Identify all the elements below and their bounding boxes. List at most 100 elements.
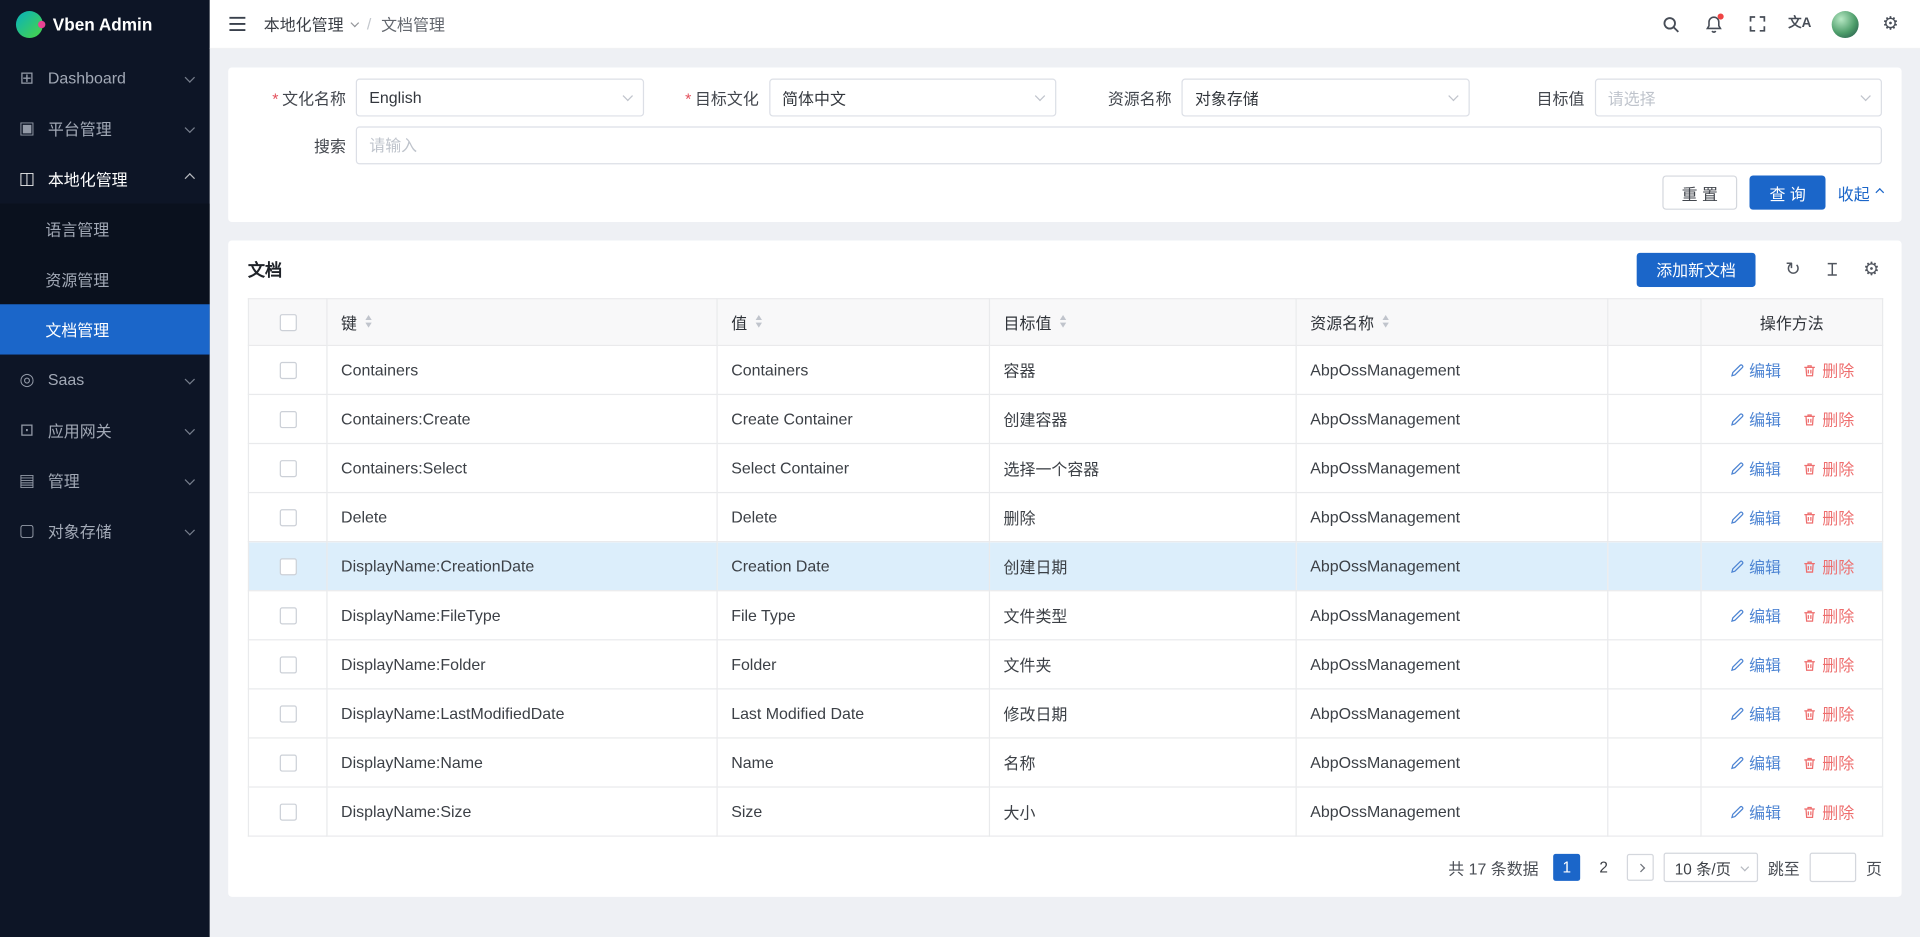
row-checkbox[interactable] <box>279 706 296 723</box>
sort-icon[interactable]: ▲▼ <box>1059 315 1068 330</box>
page-button-1[interactable]: 1 <box>1553 854 1580 881</box>
edit-button[interactable]: 编辑 <box>1729 751 1781 774</box>
field-search: 搜索 <box>248 125 1882 164</box>
query-button[interactable]: 查 询 <box>1750 175 1826 209</box>
delete-button[interactable]: 删除 <box>1803 702 1855 725</box>
search-icon[interactable] <box>1660 13 1682 35</box>
sidebar-item-object-storage[interactable]: ▢ 对象存储 <box>0 505 210 555</box>
delete-button[interactable]: 删除 <box>1803 653 1855 676</box>
row-checkbox[interactable] <box>279 411 296 428</box>
edit-button[interactable]: 编辑 <box>1729 407 1781 430</box>
sidebar-item-saas[interactable]: ◎ Saas <box>0 355 210 405</box>
edit-button[interactable]: 编辑 <box>1729 800 1781 823</box>
sidebar-item-label: 语言管理 <box>45 217 109 240</box>
edit-button[interactable]: 编辑 <box>1729 702 1781 725</box>
refresh-icon[interactable]: ↻ <box>1783 259 1804 280</box>
edit-button[interactable]: 编辑 <box>1729 604 1781 627</box>
table-row[interactable]: DisplayName:LastModifiedDate Last Modifi… <box>248 689 1882 738</box>
filter-panel: *文化名称 English *目标文化 简体中文 <box>228 67 1901 222</box>
cell-value: Name <box>717 738 989 787</box>
logo[interactable]: Vben Admin <box>0 0 210 49</box>
sort-icon[interactable]: ▲▼ <box>755 315 764 330</box>
sidebar-item-language-management[interactable]: 语言管理 <box>0 204 210 254</box>
row-checkbox[interactable] <box>279 755 296 772</box>
sort-icon[interactable]: ▲▼ <box>364 315 373 330</box>
page-button-2[interactable]: 2 <box>1590 854 1617 881</box>
row-checkbox[interactable] <box>279 608 296 625</box>
row-checkbox[interactable] <box>279 559 296 576</box>
select-all-checkbox[interactable] <box>279 314 296 331</box>
sidebar-item-label: 平台管理 <box>48 117 112 140</box>
jump-page-input[interactable] <box>1810 853 1857 882</box>
add-document-button[interactable]: 添加新文档 <box>1637 252 1756 286</box>
column-header-key: 键 ▲▼ <box>327 299 717 346</box>
table-row[interactable]: Containers:Create Create Container 创建容器 … <box>248 394 1882 443</box>
row-checkbox[interactable] <box>279 804 296 821</box>
settings-gear-icon[interactable]: ⚙ <box>1880 13 1902 35</box>
breadcrumb-parent[interactable]: 本地化管理 <box>264 12 357 35</box>
sidebar-item-dashboard[interactable]: ⊞ Dashboard <box>0 53 210 103</box>
delete-button[interactable]: 删除 <box>1803 800 1855 823</box>
resource-name-select[interactable]: 对象存储 <box>1181 78 1469 116</box>
table-row[interactable]: Containers Containers 容器 AbpOssManagemen… <box>248 345 1882 394</box>
cell-empty <box>1608 738 1701 787</box>
cell-empty <box>1608 345 1701 394</box>
edit-button[interactable]: 编辑 <box>1729 358 1781 381</box>
sort-icon[interactable]: ▲▼ <box>1381 315 1390 330</box>
target-value-select[interactable]: 请选择 <box>1594 78 1882 116</box>
column-settings-gear-icon[interactable]: ⚙ <box>1861 259 1882 280</box>
gateway-icon: ⊡ <box>17 420 37 441</box>
table-row[interactable]: DisplayName:Folder Folder 文件夹 AbpOssMana… <box>248 640 1882 689</box>
table-row[interactable]: Containers:Select Select Container 选择一个容… <box>248 444 1882 493</box>
edit-button[interactable]: 编辑 <box>1729 505 1781 528</box>
page-size-select[interactable]: 10 条/页 <box>1664 853 1758 882</box>
table-toolbar: 文档 添加新文档 ↻ ⚙ <box>248 240 1882 298</box>
pagination: 共 17 条数据 1 2 10 条/页 跳至 页 <box>248 853 1882 882</box>
edit-button[interactable]: 编辑 <box>1729 555 1781 578</box>
menu-fold-icon[interactable] <box>228 16 246 32</box>
target-culture-select[interactable]: 简体中文 <box>769 78 1057 116</box>
table-row[interactable]: DisplayName:Size Size 大小 AbpOssManagemen… <box>248 787 1882 836</box>
chevron-up-icon <box>185 172 195 182</box>
table-row[interactable]: DisplayName:CreationDate Creation Date 创… <box>248 542 1882 591</box>
table-row[interactable]: DisplayName:FileType File Type 文件类型 AbpO… <box>248 591 1882 640</box>
table-row[interactable]: Delete Delete 删除 AbpOssManagement 编辑 删除 <box>248 493 1882 542</box>
pagination-total: 共 17 条数据 <box>1448 856 1538 879</box>
notification-bell-icon[interactable] <box>1703 13 1725 35</box>
edit-button[interactable]: 编辑 <box>1729 653 1781 676</box>
row-height-icon[interactable] <box>1822 259 1843 280</box>
delete-button[interactable]: 删除 <box>1803 358 1855 381</box>
row-checkbox[interactable] <box>279 657 296 674</box>
delete-button[interactable]: 删除 <box>1803 505 1855 528</box>
delete-button[interactable]: 删除 <box>1803 456 1855 479</box>
avatar[interactable] <box>1832 10 1859 37</box>
fullscreen-icon[interactable] <box>1746 13 1768 35</box>
sidebar-item-platform-management[interactable]: ▣ 平台管理 <box>0 103 210 153</box>
sidebar-item-management[interactable]: ▤ 管理 <box>0 455 210 505</box>
reset-button[interactable]: 重 置 <box>1662 175 1738 209</box>
collapse-link[interactable]: 收起 <box>1838 181 1882 204</box>
sidebar-item-app-gateway[interactable]: ⊡ 应用网关 <box>0 405 210 455</box>
culture-name-select[interactable]: English <box>356 78 644 116</box>
search-input[interactable] <box>356 126 1882 164</box>
sidebar-item-resource-management[interactable]: 资源管理 <box>0 254 210 304</box>
delete-button[interactable]: 删除 <box>1803 604 1855 627</box>
translate-icon[interactable]: 文A <box>1789 13 1811 35</box>
column-header-value: 值 ▲▼ <box>717 299 989 346</box>
row-checkbox[interactable] <box>279 460 296 477</box>
row-checkbox[interactable] <box>279 362 296 379</box>
sidebar-item-document-management[interactable]: 文档管理 <box>0 304 210 354</box>
delete-label: 删除 <box>1822 555 1854 578</box>
delete-button[interactable]: 删除 <box>1803 407 1855 430</box>
edit-button[interactable]: 编辑 <box>1729 456 1781 479</box>
sidebar-menu: ⊞ Dashboard ▣ 平台管理 ◫ 本地化管理 语言管理 资源管理 <box>0 49 210 937</box>
sidebar-item-localization-management[interactable]: ◫ 本地化管理 <box>0 153 210 203</box>
column-header-target: 目标值 ▲▼ <box>989 299 1296 346</box>
cell-value: Last Modified Date <box>717 689 989 738</box>
table-row[interactable]: DisplayName:Name Name 名称 AbpOssManagemen… <box>248 738 1882 787</box>
next-page-button[interactable] <box>1627 854 1654 881</box>
cell-resource-name: AbpOssManagement <box>1296 689 1608 738</box>
row-checkbox[interactable] <box>279 509 296 526</box>
delete-button[interactable]: 删除 <box>1803 751 1855 774</box>
delete-button[interactable]: 删除 <box>1803 555 1855 578</box>
